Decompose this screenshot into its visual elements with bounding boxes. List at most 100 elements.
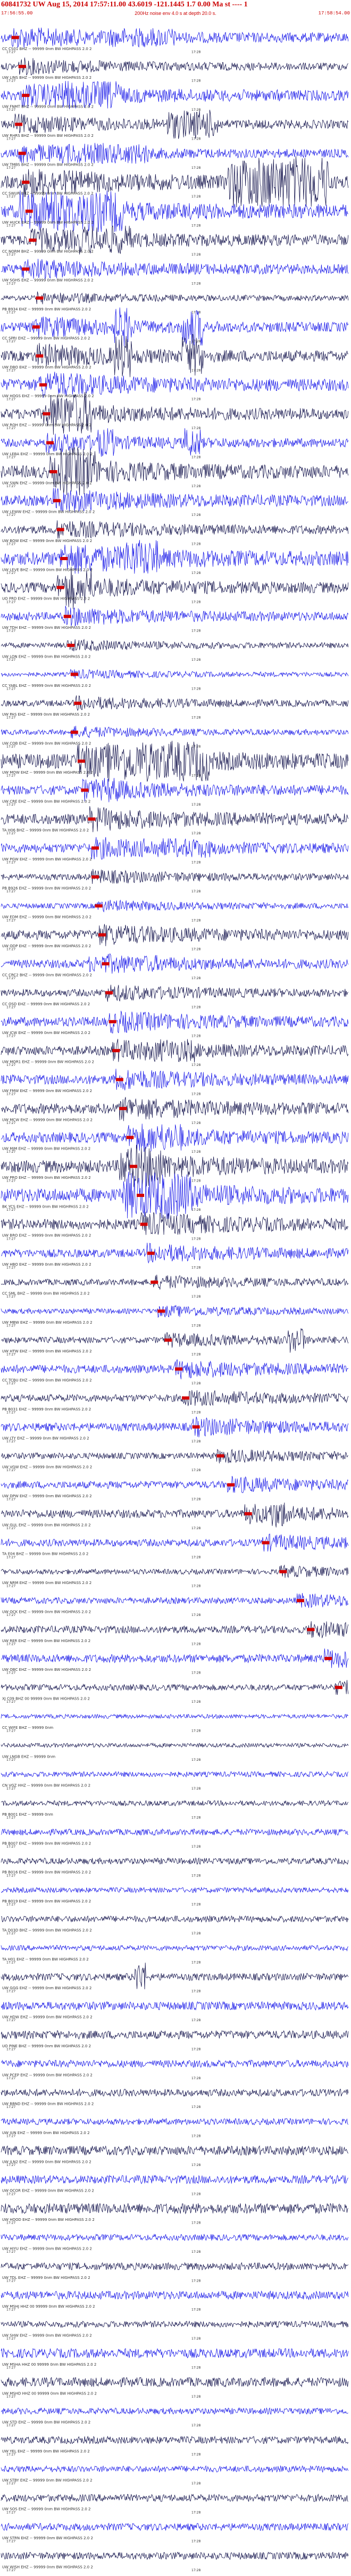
waveform-line xyxy=(1,1800,349,1807)
waveform-line xyxy=(1,605,349,627)
trace-row: UW SGHS EHZ -- 99999 0nm BW HIGHPASS 2.0… xyxy=(1,259,349,285)
trace-row: PB B031 EHZ -- 99999 0nm BW HIGHPASS 2.0… xyxy=(1,1390,349,1414)
channel-label: UW LEVE BHZ -- 99999 0nm BW HIGHPASS 2.0… xyxy=(2,568,93,572)
time-tick-label: 17:27 xyxy=(6,1816,15,1820)
channel-label: UW PCEP EHZ -- 99999 0nm BW HIGHPASS 2.0… xyxy=(2,2073,93,2077)
trace-row: UW JCW EHZ -- 99999 0nm BW HIGHPASS 2.0 … xyxy=(1,1011,349,1038)
phase-pick-marker xyxy=(126,1136,134,1139)
trace-row: UW ODP EHZ -- 99999 0nm BW HIGHPASS 2.0 … xyxy=(1,924,349,951)
time-tick-label: 17:28 xyxy=(191,1266,200,1270)
waveform-line xyxy=(1,2088,349,2097)
trace-row: CC NORM BHZ -- 99999 0nm BW HIGHPASS 2.0… xyxy=(1,225,349,257)
phase-pick-marker xyxy=(164,1338,172,1342)
channel-label: UW FMW EHZ -- 99999 0nm BW HIGHPASS 2.0 … xyxy=(2,1089,92,1093)
trace-row: UW WISH EHZ -- 99999 0nm BW HIGHPASS 2.0… xyxy=(1,2552,349,2572)
phase-pick-marker xyxy=(307,1628,315,1631)
waveform-line xyxy=(1,695,349,711)
time-tick-label: 17:28 xyxy=(191,803,200,807)
time-tick-label: 17:28 xyxy=(191,2453,200,2457)
time-tick-label: 17:28 xyxy=(191,2395,200,2399)
time-tick-label: 17:27 xyxy=(6,543,15,546)
phase-pick-marker xyxy=(56,528,64,531)
time-tick-label: 17:28 xyxy=(191,918,200,922)
time-tick-label: 17:28 xyxy=(191,1642,200,1646)
trace-row: UW NRM EHZ -- 99999 0nm BW HIGHPASS 2.0 … xyxy=(1,1564,349,1588)
time-tick-label: 17:28 xyxy=(191,2424,200,2427)
phase-pick-marker xyxy=(140,1223,148,1226)
trace-row: UW PAS EHZ -- 99999 0nm BW HIGHPASS 2.0 … xyxy=(1,695,349,720)
time-tick-label: 17:27 xyxy=(6,1729,15,1733)
time-tick-label: 17:28 xyxy=(191,2105,200,2109)
time-tick-label: 17:28 xyxy=(191,687,200,691)
time-tick-label: 17:28 xyxy=(191,1469,200,1472)
phase-pick-marker xyxy=(39,383,47,387)
trace-row: UW ROH EHZ -- 99999 0nm BW HIGHPASS 2.0 … xyxy=(1,392,349,435)
time-tick-label: 17:28 xyxy=(191,1874,200,1877)
time-tick-label: 17:28 xyxy=(191,2077,200,2080)
time-tick-label: 17:28 xyxy=(191,1932,200,1935)
time-tick-label: 17:28 xyxy=(191,1121,200,1125)
waveform-line xyxy=(1,2320,349,2328)
trace-row: UW MOR1 EHZ -- 99999 0nm BW HIGHPASS 2.0… xyxy=(1,1039,349,1067)
waveform-line xyxy=(1,2118,349,2126)
trace-row: UW HDW EHZ -- 99999 0nm BW HIGHPASS 2.0 … xyxy=(1,2001,349,2022)
trace-row: UW JUN EHZ -- 99999 0nm BW HIGHPASS 2.0 … xyxy=(1,2118,349,2138)
time-tick-label: 17:27 xyxy=(6,1874,15,1877)
waveform-line xyxy=(1,2407,348,2415)
trace-row: UW GUL EHZ -- 99999 0nm BW HIGHPASS 2.0 … xyxy=(1,1502,349,1530)
phase-pick-marker xyxy=(91,875,99,879)
trace-row: CC CRC2 BHZ -- 99999 0nm BW HIGHPASS 2.0… xyxy=(1,954,349,980)
time-tick-label: 17:27 xyxy=(6,918,15,922)
waveform-line xyxy=(1,1449,349,1464)
seismogram-record-section: CC CS01 BHZ -- 99999 0nm BW HIGHPASS 2.0… xyxy=(1,27,349,2572)
time-tick-label: 17:27 xyxy=(6,1845,15,1849)
trace-row: UW CRE EHZ -- 99999 0nm BW HIGHPASS 2.0 … xyxy=(1,777,349,807)
channel-label: UW MSHA HHZ 00 99999 0nm BW HIGHPASS 2.0… xyxy=(2,2362,96,2367)
time-tick-label: 17:28 xyxy=(191,2482,200,2485)
trace-row: UW OBC EHZ -- 99999 0nm BW HIGHPASS 2.0 … xyxy=(1,1648,349,1675)
trace-row: CC WIFE BHZ -- 99999 0nm17:27 17:28 xyxy=(1,1713,349,1733)
time-tick-label: 17:27 xyxy=(6,2077,15,2080)
time-tick-label: 17:28 xyxy=(191,1729,200,1733)
phase-pick-marker xyxy=(70,731,78,734)
channel-label: UW BOW EHZ -- 99999 0nm BW HIGHPASS 2.0 … xyxy=(2,539,92,543)
time-tick-label: 17:28 xyxy=(191,2279,200,2283)
time-tick-label: 17:27 xyxy=(6,1990,15,1993)
channel-label: UW MOW EHZ -- 99999 0nm BW HIGHPASS 2.0 … xyxy=(2,770,93,775)
waveform-line xyxy=(1,1274,349,1290)
phase-pick-marker xyxy=(151,1281,158,1284)
trace-row: UW PCEP EHZ -- 99999 0nm BW HIGHPASS 2.0… xyxy=(1,2059,349,2080)
phase-pick-marker xyxy=(119,1106,127,1110)
waveform-line xyxy=(1,1359,349,1380)
trace-row: UW LNGB EHZ -- 99999 0nm17:27 17:28 xyxy=(1,1742,349,1762)
waveform-line xyxy=(1,2059,349,2068)
time-tick-label: 17:27 xyxy=(6,1613,15,1617)
time-tick-label: 17:28 xyxy=(191,1990,200,1993)
time-tick-label: 17:27 xyxy=(6,1121,15,1125)
time-tick-label: 17:27 xyxy=(6,1903,15,1907)
trace-row: TA H06 BHZ -- 99999 0nm BW HIGHPASS 2.0 … xyxy=(1,806,349,835)
time-tick-label: 17:28 xyxy=(191,1179,200,1183)
time-tick-label: 17:27 xyxy=(6,1787,15,1791)
phase-pick-marker xyxy=(15,122,23,126)
time-tick-label: 17:27 xyxy=(6,2337,15,2341)
waveform-line xyxy=(1,2522,349,2531)
time-tick-label: 17:27 xyxy=(6,774,15,777)
time-tick-label: 17:27 xyxy=(6,2395,15,2399)
trace-row: TA D03D BHZ -- 99999 0nm BW HIGHPASS 2.0… xyxy=(1,1915,349,1935)
trace-row: UW HTW EHZ -- 99999 0nm BW HIGHPASS 2.0 … xyxy=(1,1328,349,1357)
time-tick-label: 17:27 xyxy=(6,890,15,893)
trace-row: UW YEL EHZ -- 99999 0nm BW HIGHPASS 2.0 … xyxy=(1,2435,349,2457)
trace-row: CC OSD EHZ -- 99999 0nm BW HIGHPASS 2.0 … xyxy=(1,985,349,1009)
time-tick-label: 17:28 xyxy=(191,571,200,575)
time-tick-label: 17:27 xyxy=(6,2511,15,2514)
trace-row: UW BRO EHZ -- 99999 0nm BW HIGHPASS 2.0 … xyxy=(1,1212,349,1241)
trace-row: UW MCW EHZ -- 99999 0nm BW HIGHPASS 2.0 … xyxy=(1,1097,349,1125)
waveform-line xyxy=(1,1857,349,1865)
time-tick-label: 17:28 xyxy=(191,1324,200,1327)
trace-row: UW MSHD HHZ 00 99999 0nm BW HIGHPASS 2.0… xyxy=(1,2377,349,2399)
trace-row: UW MOW EHZ -- 99999 0nm BW HIGHPASS 2.0 … xyxy=(1,741,349,782)
time-tick-label: 17:27 xyxy=(6,2047,15,2051)
trace-row: UW JLN2 EHZ -- 99999 0nm BW HIGHPASS 2.0… xyxy=(1,2145,349,2167)
waveform-line xyxy=(1,567,349,609)
